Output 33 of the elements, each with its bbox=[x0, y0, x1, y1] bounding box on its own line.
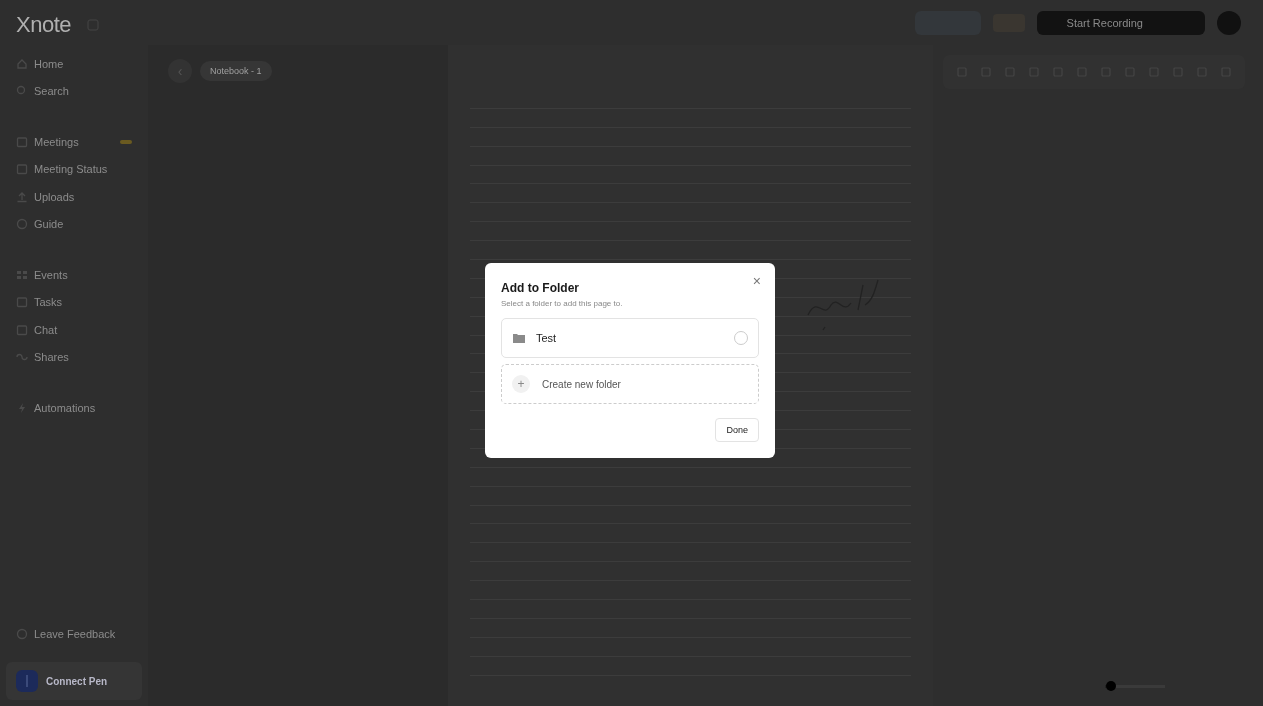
folder-option[interactable]: Test bbox=[501, 318, 759, 358]
sidebar-item[interactable]: Chat bbox=[6, 316, 142, 344]
grid-icon bbox=[16, 268, 28, 281]
close-button[interactable]: × bbox=[748, 271, 765, 291]
create-folder-button[interactable]: + Create new folder bbox=[501, 364, 759, 404]
bolt-icon bbox=[16, 401, 28, 414]
pen-title: Connect Pen bbox=[46, 675, 108, 687]
sidebar-item[interactable]: Uploads bbox=[6, 183, 142, 211]
home-icon bbox=[16, 57, 28, 70]
zoom-thumb[interactable] bbox=[1106, 681, 1116, 691]
connect-pen-card[interactable]: Connect Pen bbox=[6, 662, 142, 700]
done-button[interactable]: Done bbox=[715, 418, 759, 442]
avatar[interactable] bbox=[1217, 10, 1241, 35]
sidebar-item[interactable]: Search bbox=[6, 77, 142, 105]
upload-icon bbox=[16, 190, 28, 203]
start-recording-button[interactable]: Start Recording bbox=[1036, 10, 1205, 35]
dialog-subtitle: Select a folder to add this page to. bbox=[501, 299, 624, 308]
sidebar-item[interactable]: Meeting Status bbox=[6, 155, 142, 183]
feedback-link[interactable]: Leave Feedback bbox=[6, 620, 142, 648]
app-logo: Xnote bbox=[16, 12, 71, 38]
sidebar-item[interactable]: Meetings bbox=[6, 128, 142, 156]
folder-icon bbox=[512, 332, 526, 344]
plus-icon: + bbox=[512, 375, 530, 393]
sidebar-item[interactable]: Guide bbox=[6, 210, 142, 238]
breadcrumb[interactable]: Notebook - 1 bbox=[200, 61, 272, 81]
sidebar-item[interactable]: Shares bbox=[6, 343, 142, 371]
sidebar-item[interactable]: Home bbox=[6, 50, 142, 78]
sidebar-item[interactable]: Automations bbox=[6, 394, 142, 422]
dialog-title: Add to Folder bbox=[501, 281, 580, 295]
square-icon bbox=[16, 323, 28, 336]
sidebar-item[interactable]: Events bbox=[6, 261, 142, 289]
pen-icon bbox=[16, 670, 38, 692]
sidebar-item[interactable]: Tasks bbox=[6, 288, 142, 316]
